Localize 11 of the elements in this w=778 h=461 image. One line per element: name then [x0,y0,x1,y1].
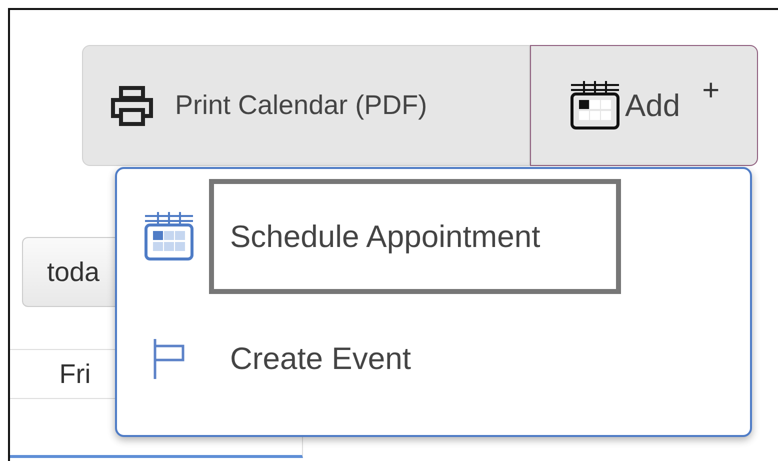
add-button[interactable]: Add + [530,45,758,166]
day-header: Fri [58,358,92,390]
calendar-icon [569,80,621,130]
flag-icon [152,338,186,380]
printer-icon [109,86,155,126]
menu-item[interactable]: Create Event [209,294,621,424]
plus-icon: + [702,74,720,108]
add-label: Add [625,88,680,124]
menu-item[interactable]: Schedule Appointment [209,179,621,294]
calendar-icon [143,212,195,262]
print-calendar-button[interactable]: Print Calendar (PDF) [82,45,530,166]
